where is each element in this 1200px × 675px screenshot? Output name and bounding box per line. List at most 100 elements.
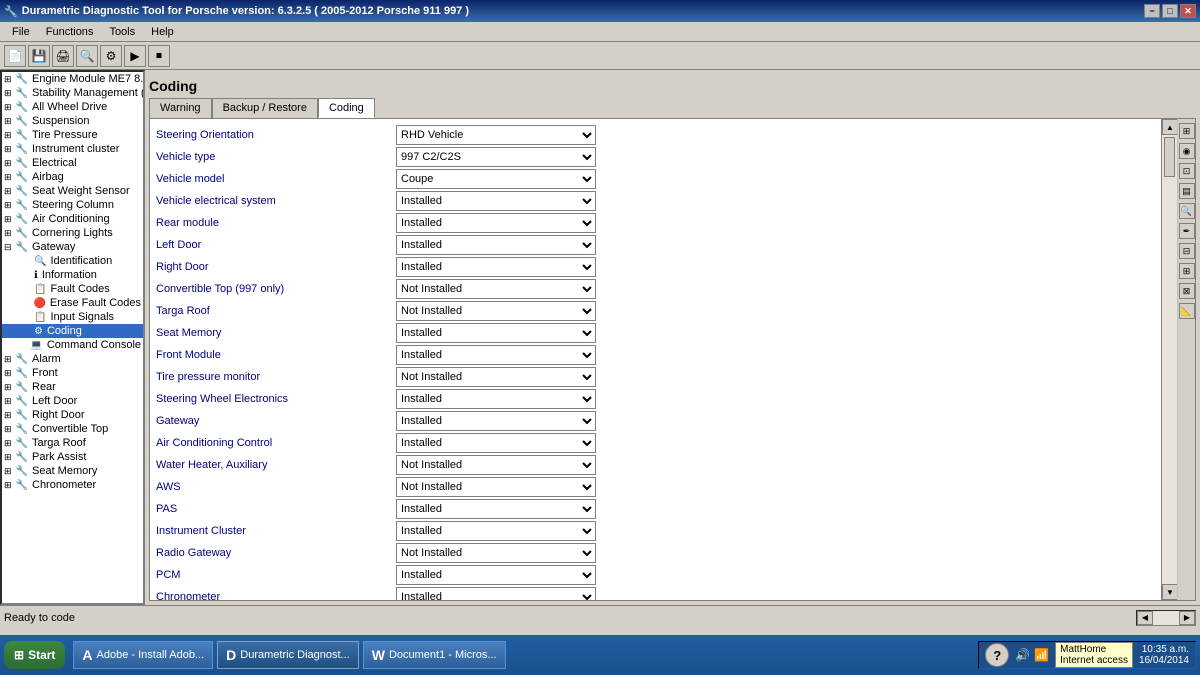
field-select[interactable]: InstalledNot Installed (396, 345, 596, 365)
menu-help[interactable]: Help (143, 24, 182, 40)
h-scroll-track[interactable] (1153, 611, 1179, 625)
help-button[interactable]: ? (985, 643, 1009, 667)
icon-6[interactable]: ✒ (1179, 223, 1195, 239)
sidebar-item[interactable]: ⊞🔧Instrument cluster (2, 142, 143, 156)
sidebar-item[interactable]: 📋Fault Codes (2, 282, 143, 296)
icon-7[interactable]: ⊟ (1179, 243, 1195, 259)
sidebar-item[interactable]: ⊞🔧Seat Weight Sensor (2, 184, 143, 198)
taskbar-item[interactable]: DDurametric Diagnost... (217, 641, 359, 669)
menu-functions[interactable]: Functions (38, 24, 102, 40)
field-select[interactable]: InstalledNot Installed (396, 323, 596, 343)
taskbar-item-label: Document1 - Micros... (389, 649, 497, 661)
toolbar-btn-7[interactable]: ⏹ (148, 45, 170, 67)
icon-5[interactable]: 🔍 (1179, 203, 1195, 219)
sidebar-item[interactable]: ⊞🔧Chronometer (2, 478, 143, 492)
sidebar-item[interactable]: ⊞🔧Seat Memory (2, 464, 143, 478)
field-select[interactable]: InstalledNot Installed (396, 587, 596, 600)
field-select[interactable]: InstalledNot Installed (396, 499, 596, 519)
sidebar-item[interactable]: 💻Command Console (2, 338, 143, 352)
scroll-thumb[interactable] (1164, 137, 1175, 177)
sidebar-item[interactable]: ⊞🔧Convertible Top (2, 422, 143, 436)
vertical-scrollbar[interactable]: ▲ ▼ (1161, 119, 1177, 600)
close-button[interactable]: ✕ (1180, 4, 1196, 18)
sidebar-item[interactable]: ⊞🔧Tire Pressure (2, 128, 143, 142)
sidebar-item[interactable]: ⊞🔧Engine Module ME7 8.1 (2, 72, 143, 86)
sidebar-item[interactable]: ⊞🔧Rear (2, 380, 143, 394)
sidebar-item[interactable]: ⊞🔧Air Conditioning (2, 212, 143, 226)
maximize-button[interactable]: □ (1162, 4, 1178, 18)
icon-1[interactable]: ⊞ (1179, 123, 1195, 139)
taskbar-item[interactable]: WDocument1 - Micros... (363, 641, 506, 669)
sidebar-item[interactable]: 🔍Identification (2, 254, 143, 268)
tab-warning[interactable]: Warning (149, 98, 212, 118)
icon-2[interactable]: ◉ (1179, 143, 1195, 159)
sidebar-item[interactable]: ⊞🔧Cornering Lights (2, 226, 143, 240)
field-select[interactable]: InstalledNot Installed (396, 543, 596, 563)
sidebar-item[interactable]: ⊞🔧All Wheel Drive (2, 100, 143, 114)
toolbar-btn-6[interactable]: ▶ (124, 45, 146, 67)
field-select[interactable]: InstalledNot Installed (396, 213, 596, 233)
sidebar-item[interactable]: ⊞🔧Airbag (2, 170, 143, 184)
icon-10[interactable]: 📐 (1179, 303, 1195, 319)
taskbar-item[interactable]: AAdobe - Install Adob... (73, 641, 213, 669)
field-select[interactable]: CoupeCabrioletTarga (396, 169, 596, 189)
sidebar-item[interactable]: 🔴Erase Fault Codes (2, 296, 143, 310)
sidebar-item[interactable]: ⊞🔧Front (2, 366, 143, 380)
tab-backup[interactable]: Backup / Restore (212, 98, 318, 118)
field-select[interactable]: InstalledNot Installed (396, 455, 596, 475)
field-select[interactable]: InstalledNot Installed (396, 433, 596, 453)
sidebar-item[interactable]: ⊞🔧Alarm (2, 352, 143, 366)
sidebar-item[interactable]: ⊟🔧Gateway (2, 240, 143, 254)
toolbar-btn-4[interactable]: 🔍 (76, 45, 98, 67)
minimize-button[interactable]: − (1144, 4, 1160, 18)
tab-coding[interactable]: Coding (318, 98, 375, 118)
field-select[interactable]: InstalledNot Installed (396, 565, 596, 585)
icon-9[interactable]: ⊠ (1179, 283, 1195, 299)
field-select[interactable]: InstalledNot Installed (396, 191, 596, 211)
scroll-up-arrow[interactable]: ▲ (1162, 119, 1178, 135)
field-select[interactable]: InstalledNot Installed (396, 411, 596, 431)
field-select[interactable]: LHD VehicleRHD Vehicle (396, 125, 596, 145)
menu-tools[interactable]: Tools (101, 24, 143, 40)
sidebar-item[interactable]: ⊞🔧Park Assist (2, 450, 143, 464)
horizontal-scrollbar[interactable]: ◀ ▶ (1136, 610, 1196, 626)
field-select[interactable]: InstalledNot Installed (396, 367, 596, 387)
sidebar-item[interactable]: ℹInformation (2, 268, 143, 282)
field-select[interactable]: InstalledNot Installed (396, 257, 596, 277)
toolbar-btn-1[interactable]: 📄 (4, 45, 26, 67)
form-scroll-area[interactable]: Steering OrientationLHD VehicleRHD Vehic… (150, 119, 1161, 600)
sidebar-item[interactable]: ⊞🔧Stability Management (F (2, 86, 143, 100)
scroll-down-arrow[interactable]: ▼ (1162, 584, 1178, 600)
sidebar-item[interactable]: ⊞🔧Left Door (2, 394, 143, 408)
sidebar-item[interactable]: 📋Input Signals (2, 310, 143, 324)
start-button[interactable]: ⊞ Start (4, 641, 65, 669)
field-select[interactable]: InstalledNot Installed (396, 301, 596, 321)
field-select[interactable]: InstalledNot Installed (396, 389, 596, 409)
form-row: GatewayInstalledNot Installed (156, 411, 1155, 431)
field-select[interactable]: 997 C2/C2S997 C4/C4S997 Turbo (396, 147, 596, 167)
sidebar-item[interactable]: ⚙Coding (2, 324, 143, 338)
scroll-left-arrow[interactable]: ◀ (1137, 611, 1153, 625)
field-select[interactable]: InstalledNot Installed (396, 279, 596, 299)
scroll-right-arrow[interactable]: ▶ (1179, 611, 1195, 625)
menu-file[interactable]: File (4, 24, 38, 40)
icon-4[interactable]: ▤ (1179, 183, 1195, 199)
sidebar-item[interactable]: ⊞🔧Steering Column (2, 198, 143, 212)
toolbar-btn-3[interactable]: 🖨 (52, 45, 74, 67)
toolbar-btn-5[interactable]: ⚙ (100, 45, 122, 67)
toolbar-btn-2[interactable]: 💾 (28, 45, 50, 67)
sidebar: ⊞🔧Engine Module ME7 8.1⊞🔧Stability Manag… (0, 70, 145, 605)
field-select[interactable]: InstalledNot Installed (396, 235, 596, 255)
sidebar-item[interactable]: ⊞🔧Right Door (2, 408, 143, 422)
field-label: Gateway (156, 415, 396, 427)
field-label: Rear module (156, 217, 396, 229)
icon-3[interactable]: ⊡ (1179, 163, 1195, 179)
field-label: AWS (156, 481, 396, 493)
sidebar-item[interactable]: ⊞🔧Electrical (2, 156, 143, 170)
sidebar-item[interactable]: ⊞🔧Targa Roof (2, 436, 143, 450)
icon-8[interactable]: ⊞ (1179, 263, 1195, 279)
scroll-track[interactable] (1162, 135, 1177, 584)
sidebar-item[interactable]: ⊞🔧Suspension (2, 114, 143, 128)
field-select[interactable]: InstalledNot Installed (396, 477, 596, 497)
field-select[interactable]: InstalledNot Installed (396, 521, 596, 541)
